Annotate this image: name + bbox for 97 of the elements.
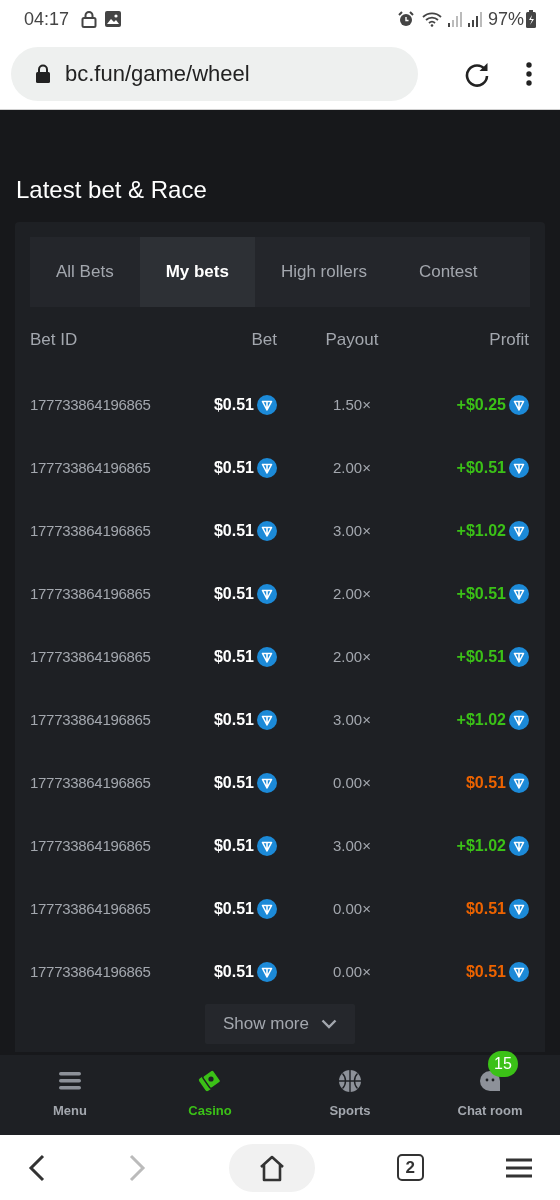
show-more-button[interactable]: Show more <box>205 1004 355 1044</box>
coin-icon <box>257 646 277 667</box>
table-cell: 0.00× <box>333 962 371 980</box>
table-cell: 3.00× <box>333 710 371 728</box>
table-cell: 177733864196865 <box>30 710 151 728</box>
table-cell-text: $0.51 <box>465 961 506 982</box>
table-cell: 177733864196865 <box>30 962 151 980</box>
table-cell-text: $0.51 <box>213 961 254 982</box>
table-cell-text: $0.51 <box>213 520 254 541</box>
table-cell-text: +$1.02 <box>456 835 506 856</box>
battery-percent: 97% <box>487 7 524 31</box>
reload-icon[interactable] <box>464 60 490 87</box>
menu-icon[interactable] <box>506 1157 532 1178</box>
column-header: Bet <box>251 330 277 350</box>
table-cell: 2.00× <box>333 584 371 602</box>
chevron-down-icon <box>321 1019 337 1029</box>
coin-icon <box>257 835 277 856</box>
table-cell-text: $0.51 <box>213 772 254 793</box>
table-cell: 2.00× <box>333 458 371 476</box>
lock-icon <box>81 10 98 28</box>
coin-icon <box>509 835 529 856</box>
column-header: Bet ID <box>30 330 78 350</box>
column-header: Profit <box>489 330 529 350</box>
table-cell: 3.00× <box>333 836 371 854</box>
home-button[interactable] <box>228 1143 315 1192</box>
basketball-icon <box>338 1069 362 1094</box>
coin-icon <box>509 520 529 541</box>
coin-icon <box>509 709 529 730</box>
coin-icon <box>509 772 529 793</box>
cards-icon <box>198 1069 222 1094</box>
table-cell: 177733864196865 <box>30 584 151 602</box>
coin-icon <box>257 457 277 478</box>
table-cell: 177733864196865 <box>30 458 151 476</box>
table-cell-text: $0.51 <box>213 394 254 415</box>
chat-bubble-icon <box>478 1070 502 1093</box>
count-badge: 15 <box>488 1051 518 1078</box>
coin-icon <box>257 520 277 541</box>
section-title: Latest bet & Race <box>16 175 208 205</box>
coin-icon <box>257 709 277 730</box>
lock-icon <box>35 63 51 84</box>
tab[interactable]: All Bets <box>30 237 140 307</box>
table-cell: 177733864196865 <box>30 647 151 665</box>
tab[interactable]: My bets <box>139 237 255 307</box>
table-cell-text: $0.51 <box>213 583 254 604</box>
table-cell-text: $0.51 <box>465 772 506 793</box>
battery-icon <box>526 10 536 28</box>
coin-icon <box>509 583 529 604</box>
status-time: 04:17 <box>24 7 70 31</box>
coin-icon <box>509 457 529 478</box>
table-cell: 3.00× <box>333 521 371 539</box>
table-cell: 0.00× <box>333 773 371 791</box>
coin-icon <box>257 394 277 415</box>
table-cell: 177733864196865 <box>30 773 151 791</box>
wifi-icon <box>421 11 442 27</box>
table-cell-text: $0.51 <box>213 835 254 856</box>
table-cell: 0.00× <box>333 899 371 917</box>
table-cell-text: $0.51 <box>213 457 254 478</box>
back-icon[interactable] <box>28 1153 46 1182</box>
signal-icon <box>447 11 462 27</box>
nav-item[interactable]: Casino <box>140 1055 280 1135</box>
more-icon[interactable] <box>526 61 532 86</box>
address-field[interactable]: bc.fun/game/wheel <box>11 46 418 101</box>
column-header: Payout <box>325 330 379 350</box>
table-cell-text: $0.51 <box>213 709 254 730</box>
table-cell: 177733864196865 <box>30 521 151 539</box>
coin-icon <box>257 583 277 604</box>
tab[interactable]: High rollers <box>254 237 393 307</box>
tab[interactable]: Contest <box>392 237 504 307</box>
coin-icon <box>509 961 529 982</box>
coin-icon <box>257 961 277 982</box>
table-cell-text: $0.51 <box>213 898 254 919</box>
nav-item[interactable]: Sports <box>280 1055 420 1135</box>
table-cell: 1.50× <box>333 395 371 413</box>
table-cell-text: +$1.02 <box>456 709 506 730</box>
alarm-icon <box>397 11 414 27</box>
table-cell-text: $0.51 <box>465 898 506 919</box>
coin-icon <box>509 646 529 667</box>
table-cell-text: +$0.51 <box>456 583 506 604</box>
table-cell-text: +$0.25 <box>456 394 506 415</box>
signal-icon <box>467 11 482 27</box>
table-cell: 2.00× <box>333 647 371 665</box>
table-cell: 177733864196865 <box>30 395 151 413</box>
table-cell-text: +$1.02 <box>456 520 506 541</box>
table-cell: 177733864196865 <box>30 836 151 854</box>
table-cell-text: +$0.51 <box>456 646 506 667</box>
coin-icon <box>509 898 529 919</box>
coin-icon <box>257 898 277 919</box>
coin-icon <box>509 394 529 415</box>
table-cell-text: $0.51 <box>213 646 254 667</box>
url-text: bc.fun/game/wheel <box>65 60 250 88</box>
tab-switcher-button[interactable]: 2 <box>396 1154 424 1181</box>
coin-icon <box>257 772 277 793</box>
table-cell: 177733864196865 <box>30 899 151 917</box>
image-icon <box>105 11 122 27</box>
menu-icon <box>59 1072 81 1091</box>
nav-item[interactable]: Menu <box>0 1055 140 1135</box>
table-cell-text: +$0.51 <box>456 457 506 478</box>
